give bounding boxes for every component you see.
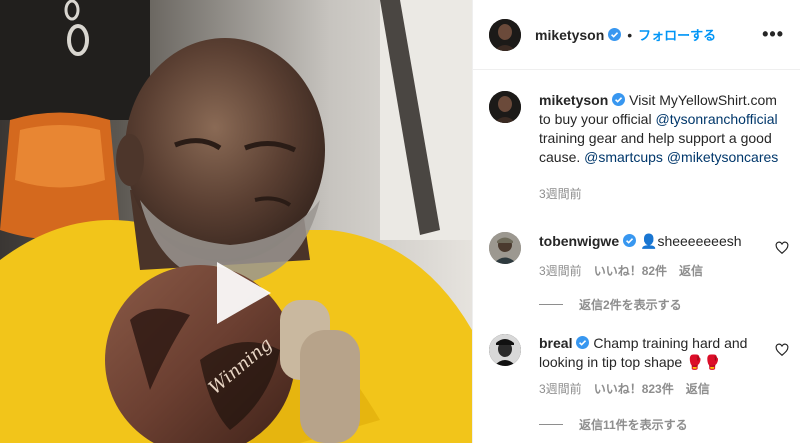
comment-timestamp[interactable]: 3週間前: [539, 262, 582, 281]
author-username[interactable]: miketyson: [535, 27, 604, 43]
comment-meta: 3週間前 いいね！82件 返信: [539, 262, 765, 281]
comment-text: 👤sheeeeeeesh: [640, 233, 742, 249]
post-video[interactable]: Y E Winning: [0, 0, 472, 443]
comment-likes-count[interactable]: いいね！823件: [594, 380, 674, 399]
comment-likes-count[interactable]: いいね！82件: [594, 262, 667, 281]
commenter-username[interactable]: tobenwigwe: [539, 233, 619, 249]
more-options-icon[interactable]: •••: [762, 24, 784, 45]
mention-link-miketysoncares[interactable]: @miketysoncares: [667, 149, 778, 165]
comment-body: tobenwigwe 👤sheeeeeeesh 3週間前 いいね！82件 返信: [539, 232, 765, 281]
commenter-avatar[interactable]: [489, 334, 521, 366]
view-replies-button[interactable]: 返信2件を表示する: [539, 296, 682, 313]
caption-author-avatar[interactable]: [489, 91, 521, 123]
follow-button[interactable]: フォローする: [638, 25, 716, 44]
commenter-avatar[interactable]: [489, 232, 521, 264]
video-frame-image: Y E Winning: [0, 0, 472, 443]
view-replies-label: 返信2件を表示する: [579, 298, 682, 312]
post-details-panel: miketyson • フォローする ••• miketyson Visit M…: [472, 0, 800, 443]
verified-badge-icon: [623, 234, 637, 247]
replies-divider-line: [539, 424, 563, 425]
caption-author-username[interactable]: miketyson: [539, 92, 608, 108]
like-heart-icon[interactable]: [775, 241, 789, 255]
comment-item: breal Champ training hard and looking in…: [489, 334, 789, 399]
comment-timestamp[interactable]: 3週間前: [539, 380, 582, 399]
verified-badge-icon: [576, 336, 590, 349]
post-header: miketyson • フォローする •••: [473, 0, 800, 70]
comment-body: breal Champ training hard and looking in…: [539, 334, 765, 399]
commenter-username[interactable]: breal: [539, 335, 572, 351]
like-heart-icon[interactable]: [775, 343, 789, 357]
verified-badge-icon: [608, 28, 622, 41]
comment-meta: 3週間前 いいね！823件 返信: [539, 380, 765, 399]
caption-body: miketyson Visit MyYellowShirt.com to buy…: [539, 91, 779, 204]
caption-timestamp[interactable]: 3週間前: [539, 185, 779, 204]
mention-link-tysonranch[interactable]: @tysonranchofficial: [655, 111, 777, 127]
reply-button[interactable]: 返信: [679, 262, 703, 281]
comment-item: tobenwigwe 👤sheeeeeeesh 3週間前 いいね！82件 返信: [489, 232, 789, 281]
separator-dot: •: [627, 26, 633, 43]
post-caption: miketyson Visit MyYellowShirt.com to buy…: [489, 91, 789, 204]
view-replies-label: 返信11件を表示する: [579, 418, 688, 432]
author-avatar[interactable]: [489, 18, 521, 51]
play-icon[interactable]: [205, 258, 275, 328]
mention-link-smartcups[interactable]: @smartcups: [584, 149, 663, 165]
replies-divider-line: [539, 304, 563, 305]
reply-button[interactable]: 返信: [686, 380, 710, 399]
view-replies-button[interactable]: 返信11件を表示する: [539, 416, 688, 433]
header-user-block: miketyson • フォローする: [535, 25, 716, 44]
verified-badge-icon: [612, 93, 626, 106]
